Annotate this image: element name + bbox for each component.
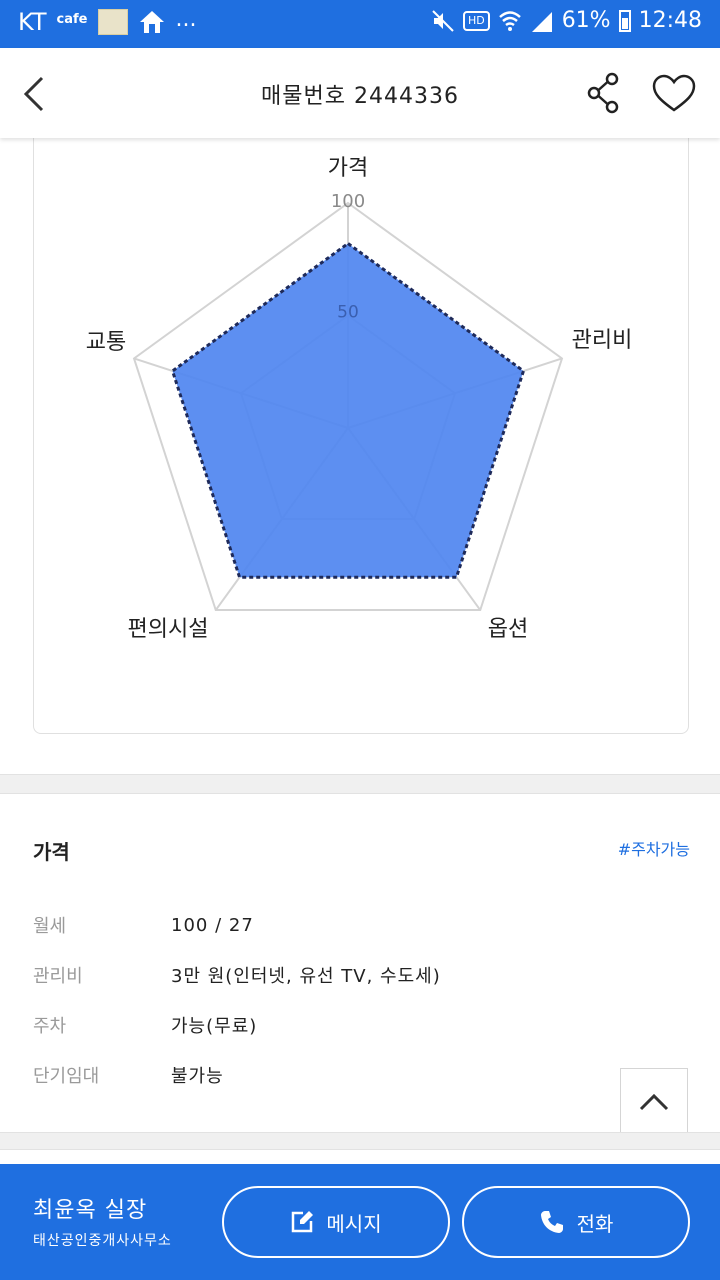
detail-label: 월세: [33, 916, 67, 937]
detail-label: 관리비: [33, 966, 83, 987]
contact-bar: 최윤옥 실장 태산공인중개사사무소 메시지 전화: [0, 1164, 720, 1280]
heart-icon[interactable]: [650, 72, 698, 116]
detail-value: 불가능: [171, 1066, 224, 1087]
radar-scale-label: 50: [337, 303, 359, 323]
more-notifications-icon: ...: [175, 6, 197, 32]
radar-scale-label: 100: [331, 191, 365, 212]
detail-label: 단기임대: [33, 1066, 100, 1087]
status-bar: KT cafe ... HD 61% 12:48: [0, 0, 720, 48]
radar-axis-label: 교통: [86, 330, 126, 355]
phone-icon: [540, 1211, 563, 1233]
detail-row-maintenance: 관리비 3만 원(인터넷, 유선 TV, 수도세): [33, 960, 441, 990]
scroll-to-top-button[interactable]: [620, 1068, 688, 1136]
section-title-price: 가격: [33, 840, 70, 864]
message-button-label: 메시지: [326, 1211, 382, 1236]
home-notification-icon: [139, 11, 164, 33]
section-divider: [0, 774, 720, 794]
share-icon[interactable]: [584, 70, 624, 116]
detail-label: 주차: [33, 1016, 67, 1037]
signal-icon: [531, 11, 552, 32]
parking-tag[interactable]: #주차가능: [618, 836, 690, 860]
battery-icon: [618, 9, 631, 32]
section-divider: [0, 1132, 720, 1150]
detail-value: 100 / 27: [171, 914, 254, 936]
app-header: 매물번호 2444336: [0, 48, 720, 138]
agent-name: 최윤옥 실장: [33, 1198, 148, 1223]
radar-axis-label: 옵션: [488, 617, 528, 642]
chevron-up-icon: [639, 1093, 669, 1111]
detail-value: 3만 원(인터넷, 유선 TV, 수도세): [171, 966, 441, 987]
carrier-label: KT: [18, 8, 47, 36]
detail-row-rent: 월세 100 / 27: [33, 910, 254, 940]
edit-icon: [292, 1211, 314, 1233]
image-notification-icon: [97, 9, 128, 35]
call-button[interactable]: 전화: [462, 1186, 690, 1258]
hd-voice-icon: HD: [462, 10, 490, 31]
radar-chart: 100 50 가격관리비옵션 편의시설 교통: [86, 156, 633, 642]
radar-axis-label: 가격: [328, 156, 368, 181]
agent-office: 태산공인중개사사무소: [33, 1233, 172, 1249]
detail-row-parking: 주차 가능(무료): [33, 1010, 257, 1040]
detail-row-short-term: 단기임대 불가능: [33, 1060, 224, 1090]
radar-data-area: [170, 241, 526, 579]
battery-percent: 61%: [561, 8, 611, 33]
radar-axis-label: 관리비: [572, 328, 633, 353]
wifi-icon: [498, 10, 521, 31]
message-button[interactable]: 메시지: [222, 1186, 450, 1258]
detail-value: 가능(무료): [171, 1016, 258, 1037]
cafe-notification-icon: cafe: [56, 11, 88, 27]
mute-icon: [432, 9, 454, 32]
radar-chart-card: 100 50 가격관리비옵션 편의시설 교통: [33, 110, 689, 734]
call-button-label: 전화: [576, 1211, 614, 1236]
radar-axis-label: 편의시설: [128, 617, 209, 642]
clock: 12:48: [638, 8, 702, 33]
